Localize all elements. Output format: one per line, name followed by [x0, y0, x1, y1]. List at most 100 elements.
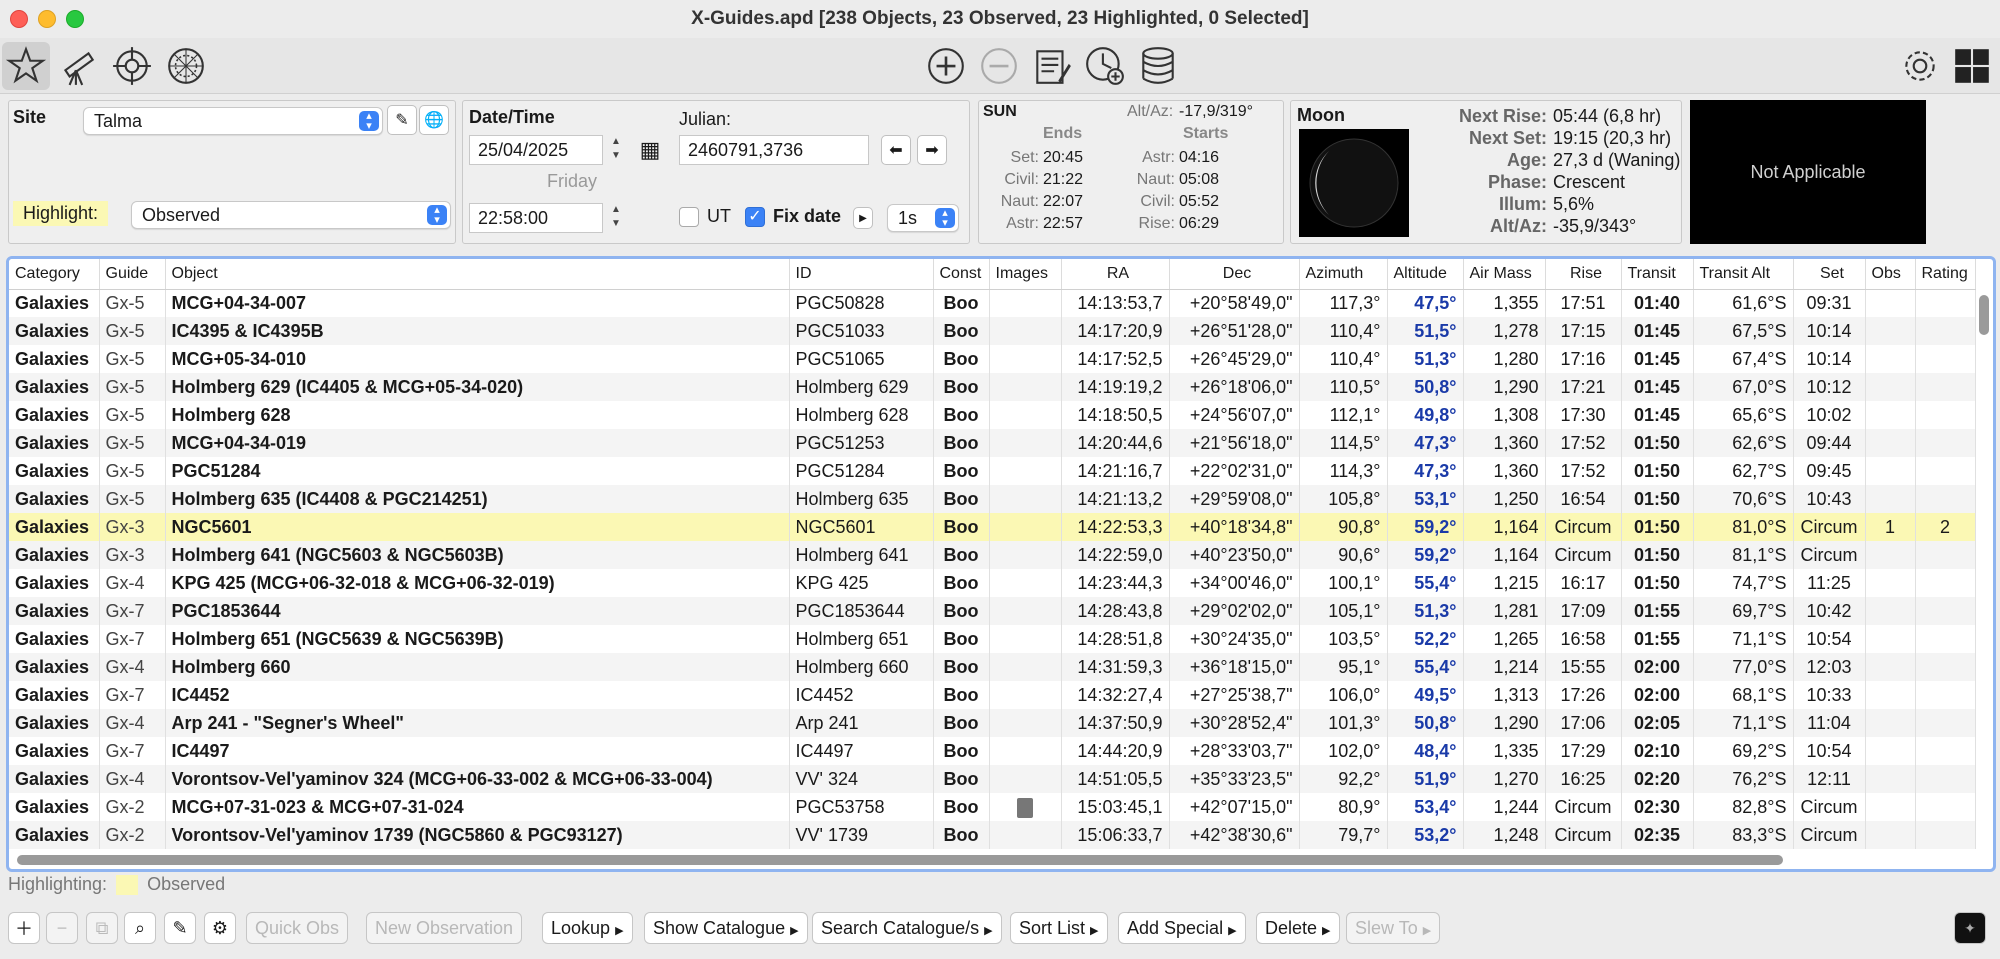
highlight-select[interactable]: Observed ▴ ▾ — [131, 201, 451, 229]
col-header[interactable]: Obs — [1865, 259, 1916, 290]
sky-view-button[interactable]: ✦ — [1954, 912, 1986, 944]
table-row[interactable]: Galaxies Gx-5 Holmberg 629 (IC4405 & MCG+0… — [9, 373, 1976, 401]
col-header[interactable]: Images — [989, 259, 1062, 290]
ra-cell: 14:44:20,9 — [1061, 737, 1170, 765]
add-special-button[interactable]: Add Special ▶ — [1118, 912, 1246, 944]
clock-add-icon[interactable] — [1081, 42, 1129, 90]
site-select[interactable]: Talma ▴ ▾ — [83, 107, 383, 135]
new-observation-button[interactable]: New Observation — [366, 912, 523, 944]
set-cell: 10:14 — [1793, 317, 1866, 345]
vertical-scrollbar[interactable] — [1979, 295, 1989, 335]
star-icon[interactable] — [2, 42, 50, 90]
table-row[interactable]: Galaxies Gx-7 IC4452 IC4452 Boo 14:32:27,4 +27… — [9, 681, 1976, 709]
remove-button[interactable]: − — [46, 912, 78, 944]
col-header[interactable]: RA — [1061, 259, 1170, 290]
ends-values: 20:45 21:22 22:07 22:57 — [1043, 149, 1084, 232]
sort-list-button[interactable]: Sort List ▶ — [1010, 912, 1108, 944]
col-header[interactable]: Azimuth — [1299, 259, 1388, 290]
search-button[interactable]: ⌕ — [124, 912, 156, 944]
objects-table[interactable]: Category Guide Object ID Const Images RA… — [6, 256, 1996, 872]
table-row[interactable]: Galaxies Gx-5 Holmberg 628 Holmberg 628 Boo 1… — [9, 401, 1976, 429]
rating-cell — [1915, 709, 1976, 737]
calendar-icon[interactable]: ▦ — [635, 135, 665, 165]
rating-cell — [1915, 737, 1976, 765]
col-header[interactable]: Rating — [1915, 259, 1976, 290]
gear-icon[interactable] — [1896, 42, 1944, 90]
set-cell: 09:45 — [1793, 457, 1866, 485]
globe-button[interactable]: 🌐 — [419, 105, 449, 135]
settings-button[interactable]: ⚙ — [204, 912, 236, 944]
ut-checkbox[interactable] — [679, 207, 699, 227]
fixdate-checkbox[interactable]: ✓ — [745, 207, 765, 227]
edit-button[interactable]: ✎ — [164, 912, 196, 944]
minimize-window-button[interactable] — [38, 10, 56, 28]
remove-circle-icon[interactable] — [975, 42, 1023, 90]
time-field[interactable]: 22:58:00 — [469, 203, 603, 233]
date-field[interactable]: 25/04/2025 — [469, 135, 603, 165]
add-button[interactable]: ＋ — [8, 912, 40, 944]
col-header[interactable]: Object — [165, 259, 790, 290]
quick-obs-button[interactable]: Quick Obs — [246, 912, 349, 944]
table-row[interactable]: Galaxies Gx-4 KPG 425 (MCG+06-32-018 & MCG… — [9, 569, 1976, 597]
transit-cell: 01:50 — [1621, 429, 1694, 457]
azimuth-cell: 103,5° — [1299, 625, 1388, 653]
col-header[interactable]: Set — [1793, 259, 1866, 290]
table-row[interactable]: Galaxies Gx-5 MCG+04-34-007 PGC50828 Boo 14:1… — [9, 289, 1976, 317]
next-button[interactable]: ➡ — [917, 135, 947, 165]
table-row[interactable]: Galaxies Gx-7 IC4497 IC4497 Boo 14:44:20,9 +28… — [9, 737, 1976, 765]
step-select[interactable]: 1s ▴ ▾ — [887, 204, 959, 232]
altitude-cell: 51,9° — [1387, 765, 1464, 793]
delete-button[interactable]: Delete ▶ — [1256, 912, 1340, 944]
table-row[interactable]: Galaxies Gx-7 Holmberg 651 (NGC5639 & NGC5… — [9, 625, 1976, 653]
table-row[interactable]: Galaxies Gx-2 MCG+07-31-023 & MCG+07-31-02… — [9, 793, 1976, 821]
database-icon[interactable] — [1134, 42, 1182, 90]
col-header[interactable]: Guide — [99, 259, 166, 290]
time-stepper[interactable]: ▲ ▼ — [607, 203, 625, 233]
rating-cell: 2 — [1915, 513, 1976, 541]
show-catalogue-button[interactable]: Show Catalogue ▶ — [644, 912, 808, 944]
edit-site-button[interactable]: ✎ — [387, 105, 417, 135]
table-row[interactable]: Galaxies Gx-5 MCG+05-34-010 PGC51065 Boo 14:1… — [9, 345, 1976, 373]
table-row[interactable]: Galaxies Gx-5 IC4395 & IC4395B PGC51033 Boo 1… — [9, 317, 1976, 345]
table-row[interactable]: Galaxies Gx-4 Holmberg 660 Holmberg 660 Boo 1… — [9, 653, 1976, 681]
add-circle-icon[interactable] — [922, 42, 970, 90]
horizontal-scrollbar[interactable] — [17, 855, 1783, 865]
duplicate-button[interactable]: ⧉ — [86, 912, 118, 944]
col-header[interactable]: Altitude — [1387, 259, 1464, 290]
table-row[interactable]: Galaxies Gx-5 PGC51284 PGC51284 Boo 14:21:16,… — [9, 457, 1976, 485]
col-header[interactable]: Dec — [1169, 259, 1300, 290]
dec-cell: +29°02'02,0" — [1169, 597, 1300, 625]
image-icon[interactable] — [1017, 797, 1033, 818]
const-cell: Boo — [933, 457, 990, 485]
table-row[interactable]: Galaxies Gx-3 NGC5601 NGC5601 Boo 14:22:53,3 +… — [9, 513, 1976, 541]
crosshair-icon[interactable] — [108, 42, 156, 90]
col-header[interactable]: Rise — [1545, 259, 1622, 290]
close-window-button[interactable] — [10, 10, 28, 28]
lookup-button[interactable]: Lookup ▶ — [542, 912, 633, 944]
table-row[interactable]: Galaxies Gx-7 PGC1853644 PGC1853644 Boo 14:28… — [9, 597, 1976, 625]
table-row[interactable]: Galaxies Gx-2 Vorontsov-Vel'yaminov 1739 (… — [9, 821, 1976, 849]
date-stepper[interactable]: ▲ ▼ — [607, 135, 625, 165]
col-header[interactable]: Transit Alt — [1693, 259, 1794, 290]
search-catalogue-button[interactable]: Search Catalogue/s ▶ — [812, 912, 1002, 944]
table-row[interactable]: Galaxies Gx-5 Holmberg 635 (IC4408 & PGC21… — [9, 485, 1976, 513]
slew-to-button[interactable]: Slew To ▶ — [1346, 912, 1441, 944]
julian-field[interactable]: 2460791,3736 — [679, 135, 869, 165]
table-row[interactable]: Galaxies Gx-4 Arp 241 - "Segner's Wheel" Ar… — [9, 709, 1976, 737]
table-row[interactable]: Galaxies Gx-3 Holmberg 641 (NGC5603 & NGC5… — [9, 541, 1976, 569]
col-header[interactable]: Const — [933, 259, 990, 290]
col-header[interactable]: Category — [9, 259, 100, 290]
telescope-icon[interactable] — [54, 42, 102, 90]
col-header[interactable]: Transit — [1621, 259, 1694, 290]
notes-icon[interactable] — [1028, 42, 1076, 90]
col-header[interactable]: Air Mass — [1463, 259, 1546, 290]
previous-button[interactable]: ⬅ — [881, 135, 911, 165]
reticle-icon[interactable] — [162, 42, 210, 90]
zoom-window-button[interactable] — [66, 10, 84, 28]
azimuth-cell: 117,3° — [1299, 289, 1388, 317]
play-button[interactable]: ▶ — [853, 207, 873, 229]
table-row[interactable]: Galaxies Gx-5 MCG+04-34-019 PGC51253 Boo 14:2… — [9, 429, 1976, 457]
table-row[interactable]: Galaxies Gx-4 Vorontsov-Vel'yaminov 324 (M… — [9, 765, 1976, 793]
col-header[interactable]: ID — [789, 259, 934, 290]
grid-icon[interactable] — [1948, 42, 1996, 90]
